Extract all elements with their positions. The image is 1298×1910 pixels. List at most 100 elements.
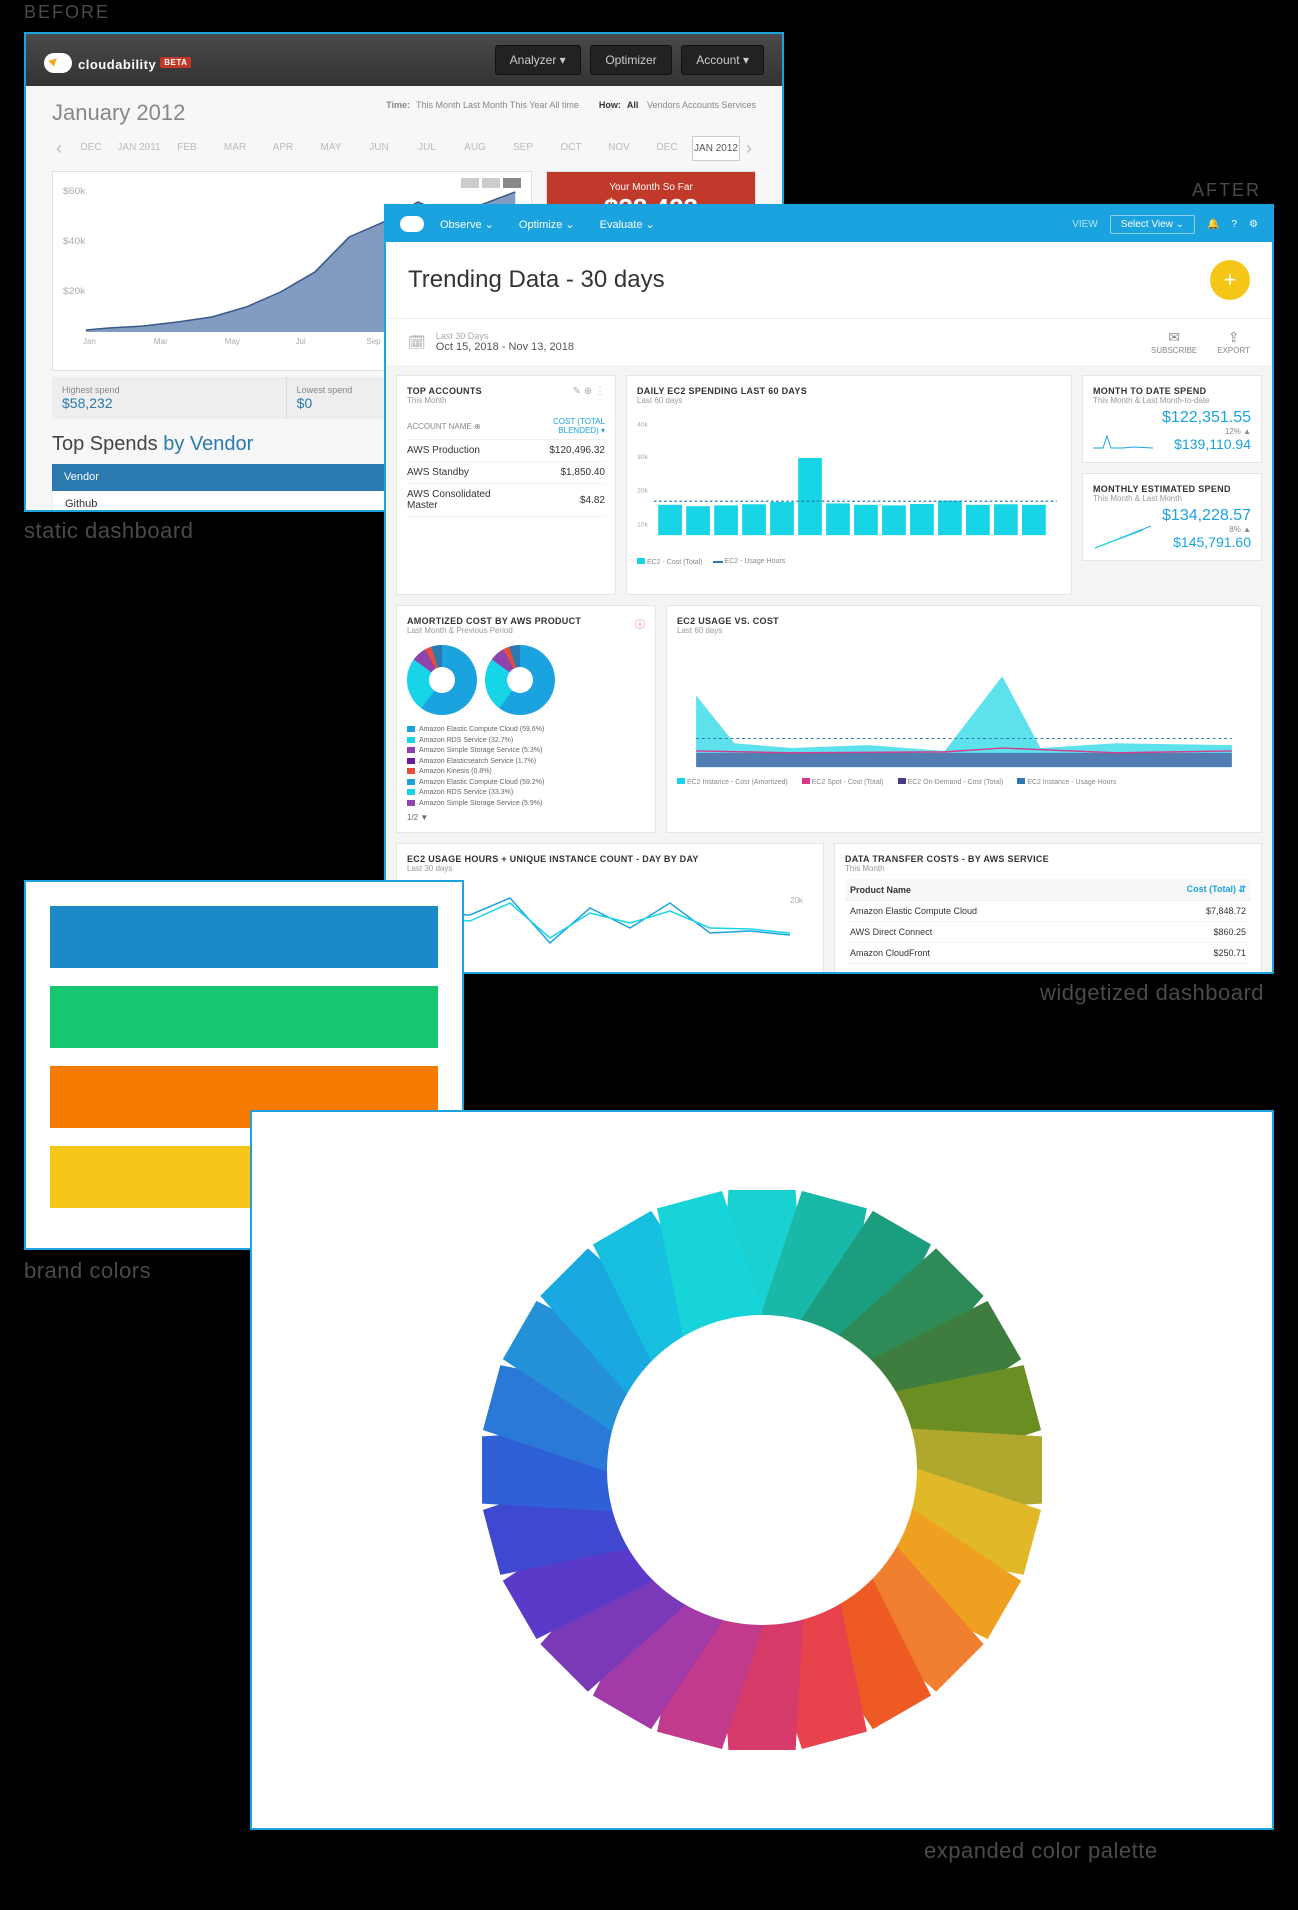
col-cost[interactable]: Cost (Total) ⇵ xyxy=(1115,879,1251,901)
legend-item: Amazon RDS Service (33.3%) xyxy=(407,788,645,799)
subscribe-button[interactable]: ✉SUBSCRIBE xyxy=(1151,329,1197,355)
col-product[interactable]: Product Name xyxy=(845,879,1115,901)
monthly-estimated-card: MONTHLY ESTIMATED SPENDThis Month & Last… xyxy=(1082,473,1262,561)
export-button[interactable]: ⇪EXPORT xyxy=(1217,329,1250,355)
before-nav: Analyzer ▾ Optimizer Account ▾ xyxy=(489,45,764,75)
pie-chart xyxy=(485,645,555,715)
month-option[interactable]: JAN 2011 xyxy=(116,136,162,161)
svg-text:40k: 40k xyxy=(637,422,649,429)
svg-text:$60k: $60k xyxy=(63,187,85,197)
bell-icon[interactable]: 🔔 xyxy=(1207,219,1219,230)
before-label: BEFORE xyxy=(24,2,110,23)
cloud-icon xyxy=(44,53,72,73)
data-transfer-table: DATA TRANSFER COSTS - BY AWS SERVICEThis… xyxy=(834,843,1262,974)
beta-badge: BETA xyxy=(160,57,191,68)
month-option[interactable]: SEP xyxy=(500,136,546,161)
brand-swatch xyxy=(50,986,438,1048)
legend-item: Amazon Elastic Compute Cloud (59.2%) xyxy=(407,778,645,789)
nav-optimize[interactable]: Optimize ⌄ xyxy=(519,219,575,231)
chart-toggle[interactable] xyxy=(482,178,500,188)
page-title: Trending Data - 30 days xyxy=(408,266,1210,294)
sofar-label: Your Month So Far xyxy=(557,182,745,193)
month-option[interactable]: AUG xyxy=(452,136,498,161)
svg-text:20k: 20k xyxy=(637,488,649,495)
legend-item: Amazon Elasticsearch Service (1.7%) xyxy=(407,757,645,768)
pie-chart xyxy=(407,645,477,715)
month-option[interactable]: MAY xyxy=(308,136,354,161)
amortized-cost-card: AMORTIZED COST BY AWS PRODUCTLast Month … xyxy=(396,605,656,833)
static-dashboard-label: static dashboard xyxy=(24,518,193,544)
legend-item: Amazon Elastic Compute Cloud (59.6%) xyxy=(407,725,645,736)
time-filter[interactable]: Time:This Month Last Month This Year All… xyxy=(386,100,579,110)
brand-swatch xyxy=(50,906,438,968)
svg-text:$20k: $20k xyxy=(63,287,85,297)
nav-evaluate[interactable]: Evaluate ⌄ xyxy=(600,219,655,231)
cloudability-logo[interactable]: cloudability BETA xyxy=(44,49,489,72)
legend-item: Amazon RDS Service (32.7%) xyxy=(407,736,645,747)
month-option[interactable]: JUN xyxy=(356,136,402,161)
ec2-usage-vs-cost-chart: EC2 USAGE VS. COSTLast 60 days EC2 Insta… xyxy=(666,605,1262,833)
pager[interactable]: 1/2 ▼ xyxy=(407,813,645,822)
add-widget-button[interactable]: + xyxy=(1210,260,1250,300)
month-option[interactable]: DEC xyxy=(644,136,690,161)
table-row[interactable]: AWS Consolidated Master$4.82 xyxy=(407,484,605,517)
how-filter[interactable]: How:All Vendors Accounts Services xyxy=(599,100,756,110)
legend-item: Amazon Simple Storage Service (5.3%) xyxy=(407,746,645,757)
gear-icon[interactable]: ⚙ xyxy=(1249,219,1258,230)
svg-text:20k: 20k xyxy=(790,896,804,905)
account-menu[interactable]: Account ▾ xyxy=(681,45,764,75)
table-row[interactable]: AWS Standby$1,850.40 xyxy=(407,462,605,484)
chart-toggle[interactable] xyxy=(503,178,521,188)
mtd-spend-card: MONTH TO DATE SPENDThis Month & Last Mon… xyxy=(1082,375,1262,463)
after-label: AFTER xyxy=(1192,180,1261,201)
table-row[interactable]: AWS Direct Connect$860.25 xyxy=(845,922,1251,943)
svg-text:10k: 10k xyxy=(637,522,649,529)
svg-text:30k: 30k xyxy=(637,454,649,461)
highest-spend: $58,232 xyxy=(62,395,276,411)
optimizer-menu[interactable]: Optimizer xyxy=(590,45,671,75)
date-range[interactable]: Last 30 DaysOct 15, 2018 - Nov 13, 2018 xyxy=(436,331,574,353)
view-selector[interactable]: Select View ⌄ xyxy=(1110,215,1195,234)
legend-item: EC2 Instance - Cost (Amortized) xyxy=(677,778,788,786)
analyzer-menu[interactable]: Analyzer ▾ xyxy=(495,45,581,75)
after-nav: Observe ⌄ Optimize ⌄ Evaluate ⌄ xyxy=(440,218,677,231)
chart-toggle[interactable] xyxy=(461,178,479,188)
expanded-palette-label: expanded color palette xyxy=(924,1838,1158,1864)
legend-item: EC2 Spot - Cost (Total) xyxy=(802,778,884,786)
month-option[interactable]: APR xyxy=(260,136,306,161)
month-option[interactable]: OCT xyxy=(548,136,594,161)
legend-item: Amazon Kinesis (0.8%) xyxy=(407,767,645,778)
table-row[interactable]: Amazon Elastic Compute Cloud$7,848.72 xyxy=(845,901,1251,922)
month-option[interactable]: NOV xyxy=(596,136,642,161)
calendar-icon[interactable]: 🗓 xyxy=(408,334,426,351)
after-topbar: Observe ⌄ Optimize ⌄ Evaluate ⌄ VIEW Sel… xyxy=(386,206,1272,242)
table-row[interactable]: AWS Production$120,496.32 xyxy=(407,440,605,462)
info-icon[interactable]: ⓘ xyxy=(635,616,645,635)
chevron-left-icon[interactable]: ‹ xyxy=(52,138,66,159)
brand-text: cloudability xyxy=(78,57,156,72)
month-option[interactable]: JAN 2012 xyxy=(692,136,740,161)
month-option[interactable]: MAR xyxy=(212,136,258,161)
month-selector[interactable]: ‹ DECJAN 2011FEBMARAPRMAYJUNJULAUGSEPOCT… xyxy=(52,136,756,161)
brand-colors-label: brand colors xyxy=(24,1258,151,1284)
top-accounts-card: TOP ACCOUNTSThis Month ✎ ⊕ ⋮ ACCOUNT NAM… xyxy=(396,375,616,595)
help-icon[interactable]: ? xyxy=(1231,219,1237,230)
col-account[interactable]: ACCOUNT NAME ⊕ xyxy=(407,413,513,440)
svg-text:$40k: $40k xyxy=(63,237,85,247)
legend-item: Amazon Simple Storage Service (5.9%) xyxy=(407,799,645,810)
table-row[interactable]: Amazon CloudFront$250.71 xyxy=(845,943,1251,964)
after-panel: Observe ⌄ Optimize ⌄ Evaluate ⌄ VIEW Sel… xyxy=(384,204,1274,974)
before-topbar: cloudability BETA Analyzer ▾ Optimizer Ac… xyxy=(26,34,782,86)
ec2-spending-chart: DAILY EC2 SPENDING LAST 60 DAYSLast 60 d… xyxy=(626,375,1072,595)
cloud-icon[interactable] xyxy=(400,216,424,232)
legend-item: EC2 Instance - Usage Hours xyxy=(1017,778,1116,786)
chevron-right-icon[interactable]: › xyxy=(742,138,756,159)
palette-panel xyxy=(250,1110,1274,1830)
month-option[interactable]: FEB xyxy=(164,136,210,161)
col-cost[interactable]: COST (TOTAL BLENDED) ▾ xyxy=(513,413,605,440)
legend-item: EC2 On-Demand - Cost (Total) xyxy=(898,778,1004,786)
month-option[interactable]: DEC xyxy=(68,136,114,161)
nav-observe[interactable]: Observe ⌄ xyxy=(440,219,494,231)
month-option[interactable]: JUL xyxy=(404,136,450,161)
edit-icon[interactable]: ✎ ⊕ ⋮ xyxy=(573,386,605,405)
